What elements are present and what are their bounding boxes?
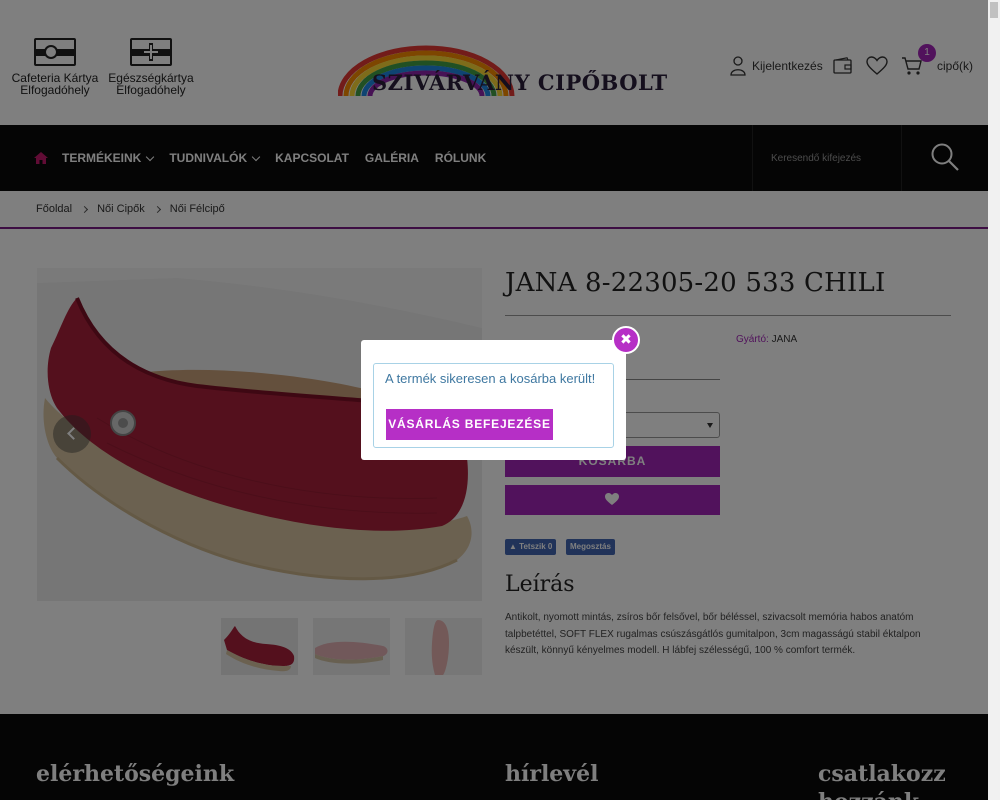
- modal-alert: A termék sikeresen a kosárba került! VÁS…: [373, 363, 614, 448]
- page-scrollbar[interactable]: [988, 0, 1000, 800]
- close-icon: ✖: [620, 332, 632, 348]
- scrollbar-thumb[interactable]: [990, 2, 998, 18]
- checkout-button[interactable]: VÁSÁRLÁS BEFEJEZÉSE: [386, 409, 553, 440]
- modal-message: A termék sikeresen a kosárba került!: [385, 371, 596, 386]
- modal-close-button[interactable]: ✖: [612, 326, 640, 354]
- cart-confirmation-modal: A termék sikeresen a kosárba került! VÁS…: [361, 340, 626, 460]
